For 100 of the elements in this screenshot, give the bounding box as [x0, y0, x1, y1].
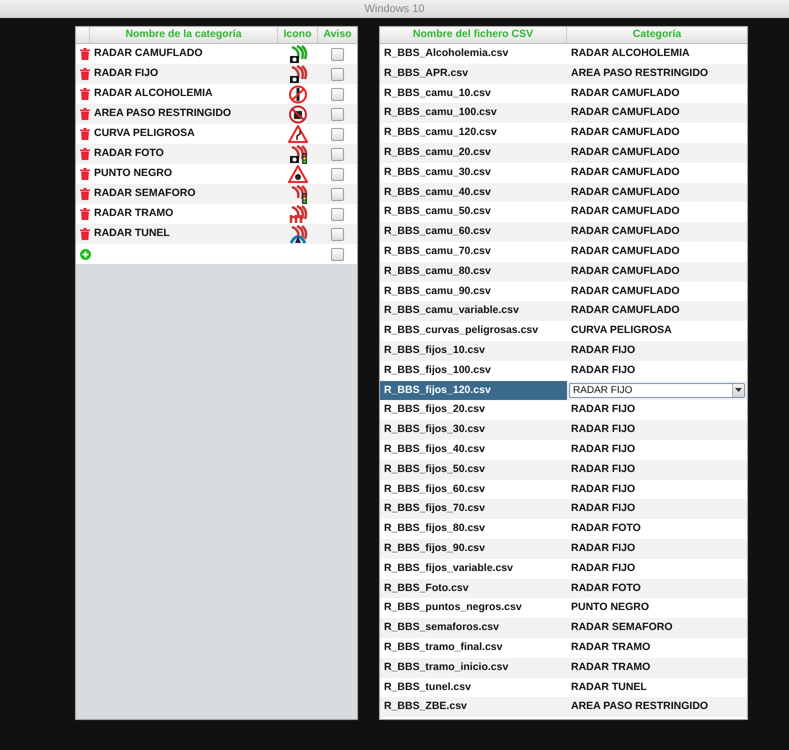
file-name-cell[interactable]: R_BBS_camu_50.csv	[380, 202, 567, 222]
category-cell-text: RADAR FIJO	[570, 540, 636, 556]
aviso-checkbox[interactable]	[331, 88, 344, 100]
file-name-cell[interactable]: R_BBS_fijos_60.csv	[380, 480, 567, 500]
file-name-cell[interactable]: R_BBS_fijos_40.csv	[380, 440, 567, 460]
file-name-cell[interactable]: R_BBS_camu_variable.csv	[380, 301, 567, 322]
trash-icon[interactable]	[80, 148, 90, 160]
file-name-cell[interactable]: R_BBS_Alcoholemia.csv	[380, 44, 567, 64]
trash-icon[interactable]	[80, 108, 90, 120]
file-name-cell[interactable]: R_BBS_camu_120.csv	[380, 123, 567, 143]
category-name: RADAR TUNEL	[94, 226, 171, 242]
file-name-cell[interactable]: R_BBS_camu_30.csv	[380, 162, 567, 183]
category-name: RADAR ALCOHOLEMIA	[94, 86, 214, 102]
category-cell-text: CURVA PELIGROSA	[570, 323, 673, 338]
file-name-cell[interactable]: R_BBS_camu_60.csv	[380, 222, 567, 242]
file-name-cell[interactable]: R_BBS_fijos_variable.csv	[380, 558, 567, 579]
file-name-cell[interactable]: R_BBS_camu_100.csv	[380, 103, 567, 124]
category-cell-text: RADAR CAMUFLADO	[570, 244, 680, 259]
category-cell-text: RADAR FIJO	[570, 501, 636, 516]
category-dropdown[interactable]: RADAR FIJO	[569, 382, 745, 398]
no-entry-icon	[288, 104, 308, 124]
category-cell-text: RADAR FIJO	[570, 362, 636, 378]
category-cell-text: AREA PASO RESTRINGIDO	[570, 66, 710, 81]
file-name-cell[interactable]: R_BBS_APR.csv	[380, 64, 567, 84]
trash-icon[interactable]	[80, 48, 90, 60]
file-name-cell[interactable]: R_BBS_puntos_negros.csv	[380, 598, 567, 618]
file-name-cell[interactable]: R_BBS_curvas_peligrosas.csv	[380, 321, 567, 341]
no-bottle-icon	[288, 84, 308, 104]
category-cell-text: PUNTO NEGRO	[570, 600, 650, 616]
category-cell-text: RADAR TRAMO	[570, 660, 652, 675]
category-cell-text: RADAR CAMUFLADO	[570, 86, 680, 101]
aviso-checkbox[interactable]	[331, 48, 344, 60]
category-cell-text: RADAR FIJO	[570, 482, 636, 497]
category-cell-text: RADAR SEMAFORO	[570, 620, 674, 636]
trash-icon[interactable]	[80, 88, 90, 100]
category-cell-text: RADAR CAMUFLADO	[570, 204, 680, 220]
category-cell-text: RADAR CAMUFLADO	[570, 224, 680, 240]
category-cell-text: RADAR CAMUFLADO	[570, 164, 680, 180]
category-name: RADAR FOTO	[94, 146, 165, 162]
file-name-cell[interactable]: R_BBS_camu_40.csv	[380, 182, 567, 202]
trash-icon[interactable]	[80, 68, 90, 80]
category-cell-text: RADAR CAMUFLADO	[570, 105, 680, 120]
category-cell-text: RADAR FIJO	[570, 342, 636, 358]
category-cell-text: RADAR TUNEL	[570, 680, 648, 695]
file-name-cell[interactable]: R_BBS_fijos_70.csv	[380, 499, 567, 520]
file-name-cell[interactable]: R_BBS_fijos_50.csv	[380, 460, 567, 480]
category-name: RADAR FIJO	[94, 66, 160, 82]
aviso-checkbox[interactable]	[331, 68, 344, 80]
file-name-cell[interactable]: R_BBS_fijos_100.csv	[380, 360, 567, 381]
category-cell-text: RADAR CAMUFLADO	[570, 284, 680, 299]
aviso-checkbox[interactable]	[331, 228, 344, 240]
file-name-cell[interactable]: R_BBS_fijos_20.csv	[380, 400, 567, 420]
aviso-checkbox[interactable]	[331, 148, 344, 160]
file-name-cell[interactable]: R_BBS_fijos_30.csv	[380, 420, 567, 440]
category-cell-text: RADAR CAMUFLADO	[570, 145, 680, 160]
trash-icon[interactable]	[80, 168, 90, 180]
file-name-cell[interactable]: R_BBS_tramo_final.csv	[380, 638, 567, 658]
category-cell-text: RADAR CAMUFLADO	[570, 184, 680, 200]
trash-icon[interactable]	[80, 208, 90, 220]
file-name-cell[interactable]: R_BBS_camu_90.csv	[380, 282, 567, 302]
category-cell-text: AREA PASO RESTRINGIDO	[570, 699, 710, 714]
category-name: RADAR SEMAFORO	[94, 186, 196, 202]
file-name-cell[interactable]: R_BBS_tramo_inicio.csv	[380, 658, 567, 678]
aviso-checkbox[interactable]	[331, 208, 344, 220]
file-name-cell[interactable]: R_BBS_camu_70.csv	[380, 242, 567, 262]
category-cell-text: RADAR FIJO	[570, 402, 636, 418]
file-name-cell[interactable]: R_BBS_semaforos.csv	[380, 618, 567, 638]
category-cell-text: RADAR FOTO	[570, 580, 642, 596]
file-name-cell[interactable]: R_BBS_fijos_10.csv	[380, 340, 567, 361]
category-cell-text: RADAR FIJO	[570, 462, 636, 477]
window-title-bar: Windows 10	[0, 0, 789, 18]
category-cell-text: RADAR CAMUFLADO	[570, 303, 680, 318]
aviso-checkbox[interactable]	[331, 128, 344, 140]
file-name-cell[interactable]: R_BBS_tunel.csv	[380, 678, 567, 698]
radar-tunnel-icon	[288, 224, 308, 244]
category-cell-text: RADAR CAMUFLADO	[570, 125, 680, 140]
category-cell-text: RADAR FOTO	[570, 521, 642, 536]
caret-icon	[735, 388, 742, 392]
file-name-cell[interactable]: R_BBS_camu_10.csv	[380, 84, 567, 104]
aviso-checkbox[interactable]	[331, 188, 344, 200]
category-name: RADAR CAMUFLADO	[94, 46, 204, 62]
file-name-cell[interactable]: R_BBS_fijos_80.csv	[380, 519, 567, 539]
trash-icon[interactable]	[80, 228, 90, 240]
file-name-cell[interactable]: R_BBS_Foto.csv	[380, 578, 567, 598]
category-name: RADAR TRAMO	[94, 206, 174, 222]
category-cell-text: RADAR FIJO	[570, 422, 636, 438]
category-cell-text: RADAR CAMUFLADO	[570, 264, 680, 279]
file-name-cell[interactable]: R_BBS_camu_20.csv	[380, 142, 567, 163]
file-name-cell[interactable]: R_BBS_camu_80.csv	[380, 262, 567, 282]
category-cell-text: RADAR FIJO	[570, 442, 636, 457]
file-name-cell[interactable]: R_BBS_fijos_120.csv	[380, 380, 567, 400]
trash-icon[interactable]	[80, 188, 90, 200]
aviso-checkbox[interactable]	[331, 108, 344, 120]
aviso-checkbox[interactable]	[331, 248, 344, 260]
category-name: AREA PASO RESTRINGIDO	[94, 106, 232, 122]
add-icon[interactable]	[80, 248, 90, 260]
aviso-checkbox[interactable]	[331, 168, 344, 180]
file-name-cell[interactable]: R_BBS_fijos_90.csv	[380, 538, 567, 559]
file-name-cell[interactable]: R_BBS_ZBE.csv	[380, 697, 567, 718]
trash-icon[interactable]	[80, 128, 90, 140]
